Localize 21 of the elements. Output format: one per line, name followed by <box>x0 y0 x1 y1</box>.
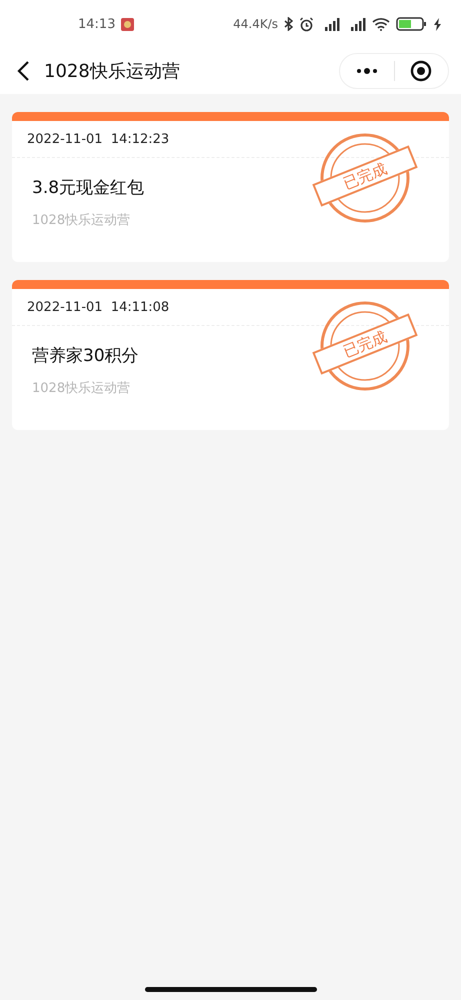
record-time: 2022-11-01 14:11:08 <box>27 300 170 314</box>
network-speed: 44.4K/s <box>233 17 278 31</box>
bluetooth-icon <box>284 17 293 31</box>
completed-stamp: 已完成 <box>312 145 418 207</box>
record-source: 1028快乐运动营 <box>32 380 130 397</box>
status-time: 14:13 <box>78 16 116 32</box>
record-source: 1028快乐运动营 <box>32 212 130 229</box>
alarm-icon <box>299 16 314 32</box>
record-card[interactable]: 2022-11-01 14:12:23 3.8元现金红包 1028快乐运动营 已完成 <box>12 112 449 262</box>
back-icon[interactable] <box>16 60 30 82</box>
app-notification-icon <box>121 18 134 30</box>
record-card[interactable]: 2022-11-01 14:11:08 营养家30积分 1028快乐运动营 已完成 <box>12 280 449 430</box>
wifi-icon <box>372 17 390 31</box>
charging-icon <box>434 18 441 30</box>
battery-icon <box>396 17 428 31</box>
more-icon[interactable] <box>356 68 378 74</box>
page-title: 1028快乐运动营 <box>44 60 181 83</box>
record-time: 2022-11-01 14:12:23 <box>27 132 170 146</box>
completed-stamp: 已完成 <box>312 313 418 375</box>
record-title: 3.8元现金红包 <box>32 177 144 199</box>
record-title: 营养家30积分 <box>32 345 139 367</box>
